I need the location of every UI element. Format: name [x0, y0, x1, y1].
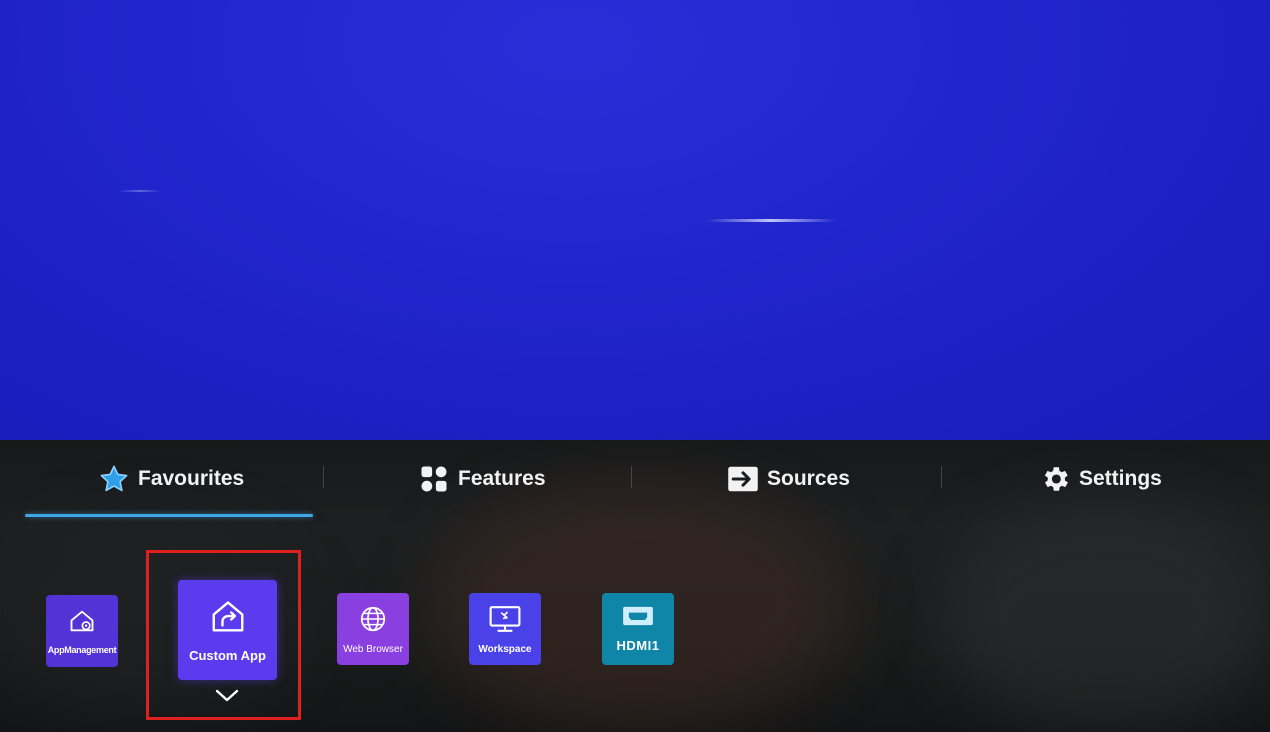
tab-sources[interactable]: Sources: [727, 458, 850, 500]
app-tile-app-management[interactable]: AppManagement: [46, 595, 118, 667]
tab-label: Features: [458, 467, 546, 490]
blue-screen-background: [0, 0, 1270, 440]
tab-favourites[interactable]: Favourites: [98, 458, 244, 500]
app-tile-web-browser[interactable]: Web Browser: [337, 593, 409, 665]
home-gear-icon: [68, 607, 96, 640]
tab-label: Sources: [767, 467, 850, 490]
light-reflection: [706, 219, 836, 222]
tab-divider: [631, 466, 632, 488]
app-label: Workspace: [478, 643, 532, 655]
tab-divider: [941, 466, 942, 488]
menu-tabs: Favourites Features Sources Settings: [0, 440, 1270, 520]
home-menu-panel: Favourites Features Sources Settings App…: [0, 440, 1270, 732]
tab-label: Settings: [1079, 467, 1162, 490]
tab-features[interactable]: Features: [418, 458, 546, 500]
focus-highlight-box: [146, 550, 301, 720]
tab-label: Favourites: [138, 467, 245, 490]
background-reflection: [940, 500, 1270, 730]
source-input-icon: [727, 463, 759, 495]
app-tile-hdmi1[interactable]: HDMI1: [602, 593, 674, 665]
tab-settings[interactable]: Settings: [1039, 458, 1162, 500]
monitor-icon: [488, 604, 522, 639]
star-icon: [98, 463, 130, 495]
gear-icon: [1039, 463, 1071, 495]
features-grid-icon: [418, 463, 450, 495]
light-reflection: [118, 190, 162, 192]
app-tile-workspace[interactable]: Workspace: [469, 593, 541, 665]
app-label: HDMI1: [616, 638, 660, 653]
app-label: Web Browser: [343, 643, 403, 655]
tab-divider: [323, 466, 324, 488]
tv-screen: Favourites Features Sources Settings App…: [0, 0, 1270, 732]
app-label: AppManagement: [47, 645, 117, 655]
globe-icon: [358, 604, 388, 639]
active-tab-underline: [25, 514, 313, 517]
hdmi-port-icon: [622, 605, 654, 632]
